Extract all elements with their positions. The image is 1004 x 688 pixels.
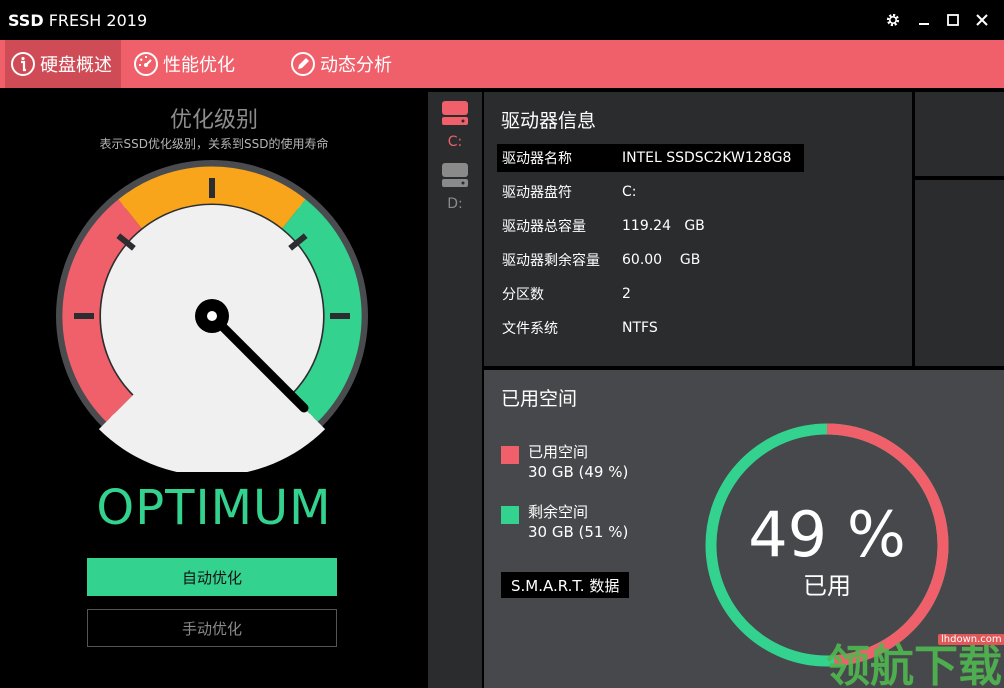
hard-drive-icon [442, 101, 468, 125]
side-panel-top [915, 92, 1004, 176]
legend-swatch-used [501, 446, 519, 464]
maximize-icon [947, 14, 959, 26]
info-row-partitions: 分区数 2 [497, 280, 804, 308]
info-key: 驱动器盘符 [502, 185, 572, 201]
drive-info-panel: 驱动器信息 驱动器名称 INTEL SSDSC2KW128G8 驱动器盘符 C:… [484, 92, 912, 366]
tab-dynamic-analysis[interactable]: 动态分析 [290, 40, 392, 88]
manual-optimize-button[interactable]: 手动优化 [87, 609, 337, 647]
usage-percent: 49 % [748, 498, 906, 571]
tab-label: 硬盘概述 [40, 55, 112, 76]
maximize-button[interactable] [943, 10, 963, 30]
info-value: 60.00 GB [622, 252, 701, 268]
usage-percent-label: 已用 [803, 572, 851, 600]
hard-drive-icon [442, 163, 468, 187]
info-row-file-system: 文件系统 NTFS [497, 314, 804, 342]
legend-free-value: 30 GB (51 %) [528, 523, 629, 541]
tab-label: 性能优化 [163, 55, 235, 76]
info-row-free-capacity: 驱动器剩余容量 60.00 GB [497, 246, 804, 274]
title-bar: SSD FRESH 2019 [0, 0, 1004, 40]
legend-used-label: 已用空间 [528, 443, 589, 461]
optimization-subtitle: 表示SSD优化级别，关系到SSD的使用寿命 [99, 137, 329, 151]
info-value: NTFS [622, 320, 658, 336]
info-row-drive-name: 驱动器名称 INTEL SSDSC2KW128G8 [497, 144, 804, 172]
auto-optimize-button[interactable]: 自动优化 [87, 558, 337, 596]
legend-swatch-free [501, 506, 519, 524]
info-key: 驱动器总容量 [502, 219, 586, 235]
info-key: 分区数 [502, 287, 544, 303]
minimize-button[interactable] [914, 10, 934, 30]
tab-performance[interactable]: 性能优化 [133, 40, 235, 88]
info-icon [10, 51, 36, 77]
drive-c[interactable]: C: [428, 98, 482, 150]
info-value: INTEL SSDSC2KW128G8 [622, 150, 792, 166]
settings-button[interactable] [883, 10, 903, 30]
optimization-status: OPTIMUM [96, 480, 332, 536]
drive-info-title: 驱动器信息 [501, 110, 597, 132]
optimization-title: 优化级别 [169, 108, 258, 133]
info-value: C: [622, 184, 637, 200]
watermark-url: lhdown.com [938, 634, 1004, 645]
optimization-panel: 优化级别 表示SSD优化级别，关系到SSD的使用寿命 OPTIMUM 自动优化 … [0, 88, 428, 688]
info-value: 2 [622, 286, 631, 302]
tab-bar: 硬盘概述 性能优化 动态分析 [0, 40, 1004, 88]
speedometer-icon [133, 51, 159, 77]
info-key: 驱动器剩余容量 [502, 253, 600, 269]
legend-used: 已用空间 30 GB (49 %) [501, 442, 628, 482]
side-panel-bottom [915, 180, 1004, 366]
pencil-icon [290, 51, 316, 77]
info-value: 119.24 GB [622, 218, 705, 234]
close-icon [976, 14, 988, 26]
legend-free: 剩余空间 30 GB (51 %) [501, 502, 628, 542]
minimize-icon [919, 23, 929, 25]
drive-letter: D: [447, 196, 463, 212]
close-button[interactable] [972, 10, 992, 30]
drive-letter: C: [447, 134, 463, 150]
drive-list: C: D: [428, 92, 482, 688]
gear-icon [886, 13, 900, 27]
info-key: 文件系统 [502, 321, 558, 337]
legend-free-label: 剩余空间 [528, 503, 589, 521]
smart-data-button[interactable]: S.M.A.R.T. 数据 [501, 572, 630, 598]
used-space-title: 已用空间 [501, 388, 578, 410]
tab-disk-overview[interactable]: 硬盘概述 [5, 40, 121, 88]
info-row-total-capacity: 驱动器总容量 119.24 GB [497, 212, 804, 240]
optimization-gauge [56, 160, 368, 472]
legend-used-value: 30 GB (49 %) [528, 463, 629, 481]
drive-d[interactable]: D: [428, 160, 482, 212]
info-key: 驱动器名称 [502, 151, 572, 167]
app-title: SSD FRESH 2019 [8, 11, 148, 30]
info-row-drive-letter: 驱动器盘符 C: [497, 178, 804, 206]
tab-label: 动态分析 [320, 55, 392, 76]
